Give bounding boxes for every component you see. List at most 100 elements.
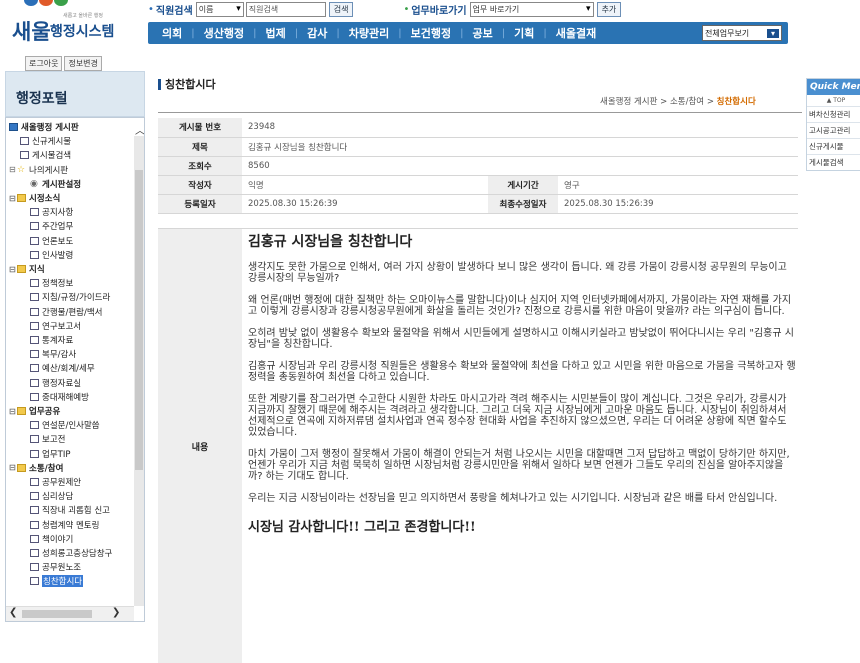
page-icon (30, 421, 39, 430)
quick-menu-item[interactable]: 벼차신청관리 (807, 106, 860, 122)
tree-item[interactable]: 예산/회계/세무 (30, 362, 95, 374)
tree-item[interactable]: 게시물검색 (20, 149, 71, 161)
nav-item[interactable]: 법제 (265, 25, 285, 41)
meta-label: 제목 (158, 137, 242, 157)
staff-search-button[interactable]: 검색 (328, 1, 354, 17)
main-nav: 의회 | 생산행정 | 법제 | 감사 | 차량관리 | 보건행정 | 공보 | 기획 | 새올… (148, 22, 788, 44)
page-icon (30, 222, 39, 231)
content-paragraph: 김홍규 시장님과 우리 강릉시청 직원들은 생활용수 확보와 물절약에 최선을 … (248, 361, 796, 383)
staff-search-input[interactable]: 직원검색 (245, 1, 326, 17)
post-number: 23948 (242, 118, 798, 138)
logo-mark (24, 0, 69, 9)
nav-item[interactable]: 감사 (307, 25, 327, 41)
page-icon (30, 378, 39, 387)
tree-item[interactable]: 연설문/인사말씀 (30, 419, 100, 431)
tree-item[interactable]: 새올행정 게시판 (9, 121, 79, 133)
tree-item[interactable]: 행정자료실 (30, 377, 81, 389)
all-tasks-select[interactable]: 전체업무보기 ▾ (702, 25, 782, 41)
content-closing: 시장님 감사합니다!! 그리고 존경합니다!! (248, 520, 476, 535)
tree-item-label: 게시물검색 (32, 151, 72, 162)
tree-item[interactable]: 통계자료 (30, 334, 73, 346)
tree-item[interactable]: 복무/감사 (30, 348, 76, 360)
tree-item[interactable]: 업무TIP (30, 448, 70, 460)
quick-menu-item[interactable]: 신규게시물 (807, 138, 860, 154)
breadcrumb-current: 칭찬합시다 (716, 97, 756, 107)
tree-item[interactable]: 책이야기 (30, 533, 73, 545)
tree-item-label: 언론보도 (42, 236, 74, 247)
board-tree: 새올행정 게시판신규게시물게시물검색 ⊟ ☆ 나의게시판 ◉ 게시판설정 ⊟ 시정소식 공지사항… (5, 117, 145, 622)
content-paragraph: 오히려 밤낮 없이 생활용수 확보와 물절약을 위해서 시민들에게 설명하시고 … (248, 328, 794, 350)
staff-search-field-select[interactable]: 이름 ▾ (195, 1, 244, 17)
app-logo[interactable]: 새롭고 올바른 행정 새울 행정시스템 (6, 0, 136, 46)
tree-item-label: 지식 (29, 265, 45, 275)
scroll-thumb[interactable] (22, 610, 92, 618)
tree-item[interactable]: 성희롱고충상담창구 (30, 547, 112, 559)
tree-item[interactable]: 정책정보 (30, 277, 73, 289)
nav-item[interactable]: 생산행정 (204, 25, 244, 41)
content-paragraph: 또한 계량기를 잠그러가면 수고한다 시원한 차라도 마시고가라 격려 해주시는… (248, 394, 787, 438)
tree-item-label: 행정자료실 (42, 378, 82, 389)
tree-item[interactable]: 공지사항 (30, 206, 73, 218)
quick-menu-item[interactable]: 게시물검색 (807, 154, 860, 170)
nav-item[interactable]: 공보 (472, 25, 492, 41)
tree-vertical-scrollbar[interactable]: ︿ (134, 126, 144, 606)
meta-label: 최종수정일자 (488, 194, 558, 214)
tree-item[interactable]: 언론보도 (30, 235, 73, 247)
page-icon (30, 321, 39, 330)
tree-item[interactable]: 간행물/편람/백서 (30, 306, 102, 318)
tree-item[interactable]: ⊟ 업무공유 (9, 405, 60, 418)
meta-label: 작성자 (158, 175, 242, 195)
tree-item[interactable]: ⊟ 지식 (9, 263, 45, 276)
quick-menu: Quick Menu ▲ TOP 벼차신청관리 고시공고관리 신규게시물 게시물… (806, 78, 860, 171)
quickgo-add-button[interactable]: 추가 (596, 1, 622, 17)
page-title: 칭찬합시다 (158, 76, 216, 92)
tree-item[interactable]: ⊟ ☆ 나의게시판 (9, 164, 68, 176)
tree-item[interactable]: 연구보고서 (30, 320, 81, 332)
nav-item[interactable]: 차량관리 (349, 25, 389, 41)
tree-item[interactable]: 공무원제안 (30, 476, 81, 488)
scroll-thumb[interactable] (135, 170, 143, 470)
tree-item[interactable]: 중대재해예방 (30, 391, 89, 403)
chevron-right-icon: ❯ (112, 607, 121, 618)
tree-item-label: 인사발령 (42, 250, 74, 261)
nav-item[interactable]: 의회 (162, 25, 182, 41)
tree-item[interactable]: 칭찬합시다 (30, 575, 84, 588)
tree-item[interactable]: 청렴계약 멘토링 (30, 519, 99, 531)
tree-item[interactable]: 신규게시물 (20, 135, 71, 147)
quick-menu-top-link[interactable]: ▲ TOP (807, 95, 860, 106)
page-icon (30, 492, 39, 501)
breadcrumb-item[interactable]: 새올행정 게시판 (600, 97, 657, 107)
post-mod-date: 2025.08.30 15:26:39 (558, 194, 798, 214)
profile-edit-button[interactable]: 정보변경 (64, 56, 102, 71)
nav-item[interactable]: 기획 (514, 25, 534, 41)
page-icon (30, 279, 39, 288)
tree-item[interactable]: ◉ 게시판설정 (30, 178, 81, 190)
tree-item-label: 복무/감사 (42, 350, 77, 361)
tree-item[interactable]: 보고전 (30, 433, 65, 445)
tree-item[interactable]: 공무원노조 (30, 561, 81, 573)
nav-item[interactable]: 보건행정 (411, 25, 451, 41)
tree-item-label: 칭찬합시다 (42, 575, 84, 588)
quickgo-select[interactable]: 업무 바로가기 ▾ (469, 1, 594, 17)
tree-item-label: 주간업무 (42, 222, 74, 233)
tree-item-label: 예산/회계/세무 (42, 364, 95, 375)
tree-item[interactable]: ⊟ 시정소식 (9, 192, 60, 205)
page-icon (30, 563, 39, 572)
logout-button[interactable]: 로그아웃 (25, 56, 63, 71)
tree-item[interactable]: 인사발령 (30, 249, 73, 261)
tree-item-label: 공무원제안 (42, 478, 82, 488)
tree-item[interactable]: 주간업무 (30, 220, 73, 232)
tree-item[interactable]: 지침/규정/가이드라 (30, 291, 110, 303)
post-subject: 김홍규 시장님을 칭찬합니다 (242, 137, 798, 157)
tree-item[interactable]: 심리상담 (30, 490, 73, 502)
star-icon: ☆ (17, 164, 26, 175)
nav-item[interactable]: 새올결재 (556, 25, 596, 41)
quick-menu-item[interactable]: 고시공고관리 (807, 122, 860, 138)
breadcrumb-item[interactable]: 소통/참여 (670, 97, 704, 107)
tree-horizontal-scrollbar[interactable]: ❮ ❯ (6, 606, 134, 621)
folder-icon (17, 407, 26, 415)
tree-item-label: 연구보고서 (42, 321, 82, 332)
tree-item[interactable]: ⊟ 소통/참여 (9, 462, 63, 474)
page-icon (30, 435, 39, 444)
tree-item[interactable]: 직장내 괴롭힘 신고 (30, 504, 110, 516)
